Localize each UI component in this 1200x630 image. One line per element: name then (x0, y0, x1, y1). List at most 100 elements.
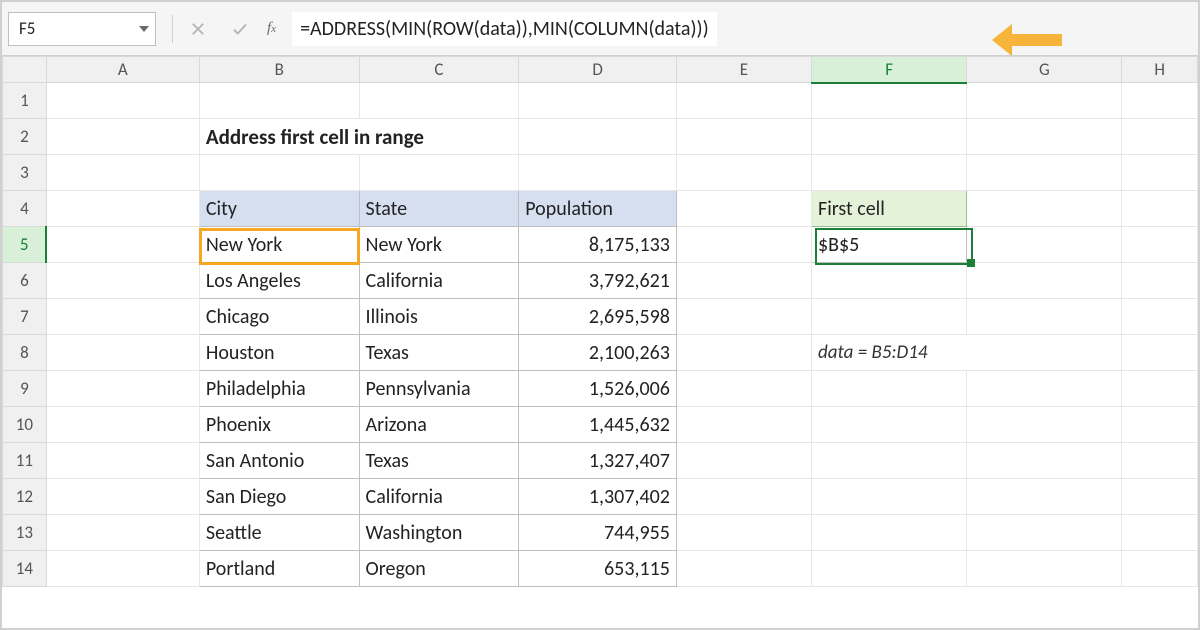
cell[interactable] (46, 299, 199, 335)
cell[interactable] (46, 155, 199, 191)
cell[interactable] (1122, 263, 1198, 299)
data-cell[interactable]: 2,100,263 (519, 335, 677, 371)
data-cell[interactable]: California (359, 479, 519, 515)
cell[interactable] (967, 155, 1122, 191)
cell[interactable] (967, 515, 1122, 551)
cell[interactable] (46, 119, 199, 155)
cell[interactable] (46, 515, 199, 551)
row-header[interactable]: 13 (3, 515, 47, 551)
cell[interactable] (676, 479, 811, 515)
col-header[interactable]: G (967, 57, 1122, 83)
result-header-cell[interactable]: First cell (812, 191, 967, 227)
data-cell[interactable]: Oregon (359, 551, 519, 587)
cell[interactable] (967, 371, 1122, 407)
row-header[interactable]: 8 (3, 335, 47, 371)
data-cell[interactable]: Portland (199, 551, 359, 587)
cell[interactable] (967, 551, 1122, 587)
cell[interactable] (812, 83, 967, 119)
row-header[interactable]: 2 (3, 119, 47, 155)
data-cell[interactable]: Philadelphia (199, 371, 359, 407)
cell[interactable] (519, 83, 677, 119)
cell[interactable] (1122, 299, 1198, 335)
col-header[interactable]: H (1122, 57, 1198, 83)
data-cell[interactable]: Washington (359, 515, 519, 551)
cell[interactable] (967, 479, 1122, 515)
cell[interactable] (46, 371, 199, 407)
data-cell[interactable]: Los Angeles (199, 263, 359, 299)
cell[interactable] (676, 551, 811, 587)
cell[interactable] (812, 515, 967, 551)
cell[interactable] (1122, 443, 1198, 479)
col-header[interactable]: C (359, 57, 519, 83)
cell[interactable] (676, 227, 811, 263)
data-cell[interactable]: Texas (359, 443, 519, 479)
cell[interactable] (967, 227, 1122, 263)
col-header[interactable]: A (46, 57, 199, 83)
formula-input[interactable]: =ADDRESS(MIN(ROW(data)),MIN(COLUMN(data)… (292, 12, 717, 46)
data-cell[interactable]: 1,327,407 (519, 443, 677, 479)
cell[interactable] (1122, 83, 1198, 119)
cell[interactable] (46, 227, 199, 263)
row-header[interactable]: 1 (3, 83, 47, 119)
row-header[interactable]: 11 (3, 443, 47, 479)
cell[interactable] (967, 263, 1122, 299)
cell[interactable] (676, 83, 811, 119)
cell[interactable] (967, 119, 1122, 155)
data-cell[interactable]: Arizona (359, 407, 519, 443)
table-header-pop[interactable]: Population (519, 191, 677, 227)
row-header[interactable]: 10 (3, 407, 47, 443)
data-cell[interactable]: 1,526,006 (519, 371, 677, 407)
cell[interactable] (1122, 119, 1198, 155)
cell[interactable] (967, 191, 1122, 227)
cell[interactable] (46, 263, 199, 299)
cell[interactable] (676, 119, 811, 155)
spreadsheet-grid[interactable]: A B C D E F G H 1 2 Address first cell i… (2, 56, 1198, 628)
cell[interactable] (1122, 407, 1198, 443)
cell[interactable] (812, 551, 967, 587)
cell[interactable] (46, 191, 199, 227)
cell[interactable] (46, 443, 199, 479)
cell[interactable] (1122, 515, 1198, 551)
cell[interactable] (812, 479, 967, 515)
data-cell[interactable]: Phoenix (199, 407, 359, 443)
cell[interactable] (1122, 191, 1198, 227)
cell[interactable] (676, 443, 811, 479)
cell[interactable] (676, 191, 811, 227)
row-header[interactable]: 6 (3, 263, 47, 299)
cell[interactable] (46, 551, 199, 587)
cell[interactable] (967, 83, 1122, 119)
cell[interactable] (1122, 551, 1198, 587)
cell[interactable] (519, 155, 677, 191)
data-cell[interactable]: New York (359, 227, 519, 263)
cell[interactable] (676, 299, 811, 335)
data-cell[interactable]: 744,955 (519, 515, 677, 551)
cell[interactable] (519, 119, 677, 155)
cell[interactable] (676, 371, 811, 407)
data-cell[interactable]: San Diego (199, 479, 359, 515)
cell[interactable] (359, 155, 519, 191)
data-cell[interactable]: Texas (359, 335, 519, 371)
cell[interactable] (812, 299, 967, 335)
cell[interactable] (46, 83, 199, 119)
row-header[interactable]: 9 (3, 371, 47, 407)
data-cell[interactable]: California (359, 263, 519, 299)
data-cell[interactable]: 8,175,133 (519, 227, 677, 263)
data-cell[interactable]: Houston (199, 335, 359, 371)
cell[interactable] (967, 299, 1122, 335)
cell[interactable] (1122, 371, 1198, 407)
col-header[interactable]: E (676, 57, 811, 83)
cell[interactable] (46, 407, 199, 443)
note-cell[interactable]: data = B5:D14 (812, 335, 1122, 371)
cell[interactable] (199, 155, 359, 191)
cell[interactable] (199, 83, 359, 119)
cell[interactable] (1122, 479, 1198, 515)
cell[interactable] (46, 479, 199, 515)
row-header[interactable]: 4 (3, 191, 47, 227)
data-cell[interactable]: 1,307,402 (519, 479, 677, 515)
data-cell[interactable]: New York (199, 227, 359, 263)
cell[interactable] (967, 407, 1122, 443)
cell[interactable] (812, 371, 967, 407)
row-header[interactable]: 3 (3, 155, 47, 191)
cell[interactable] (676, 155, 811, 191)
col-header[interactable]: B (199, 57, 359, 83)
